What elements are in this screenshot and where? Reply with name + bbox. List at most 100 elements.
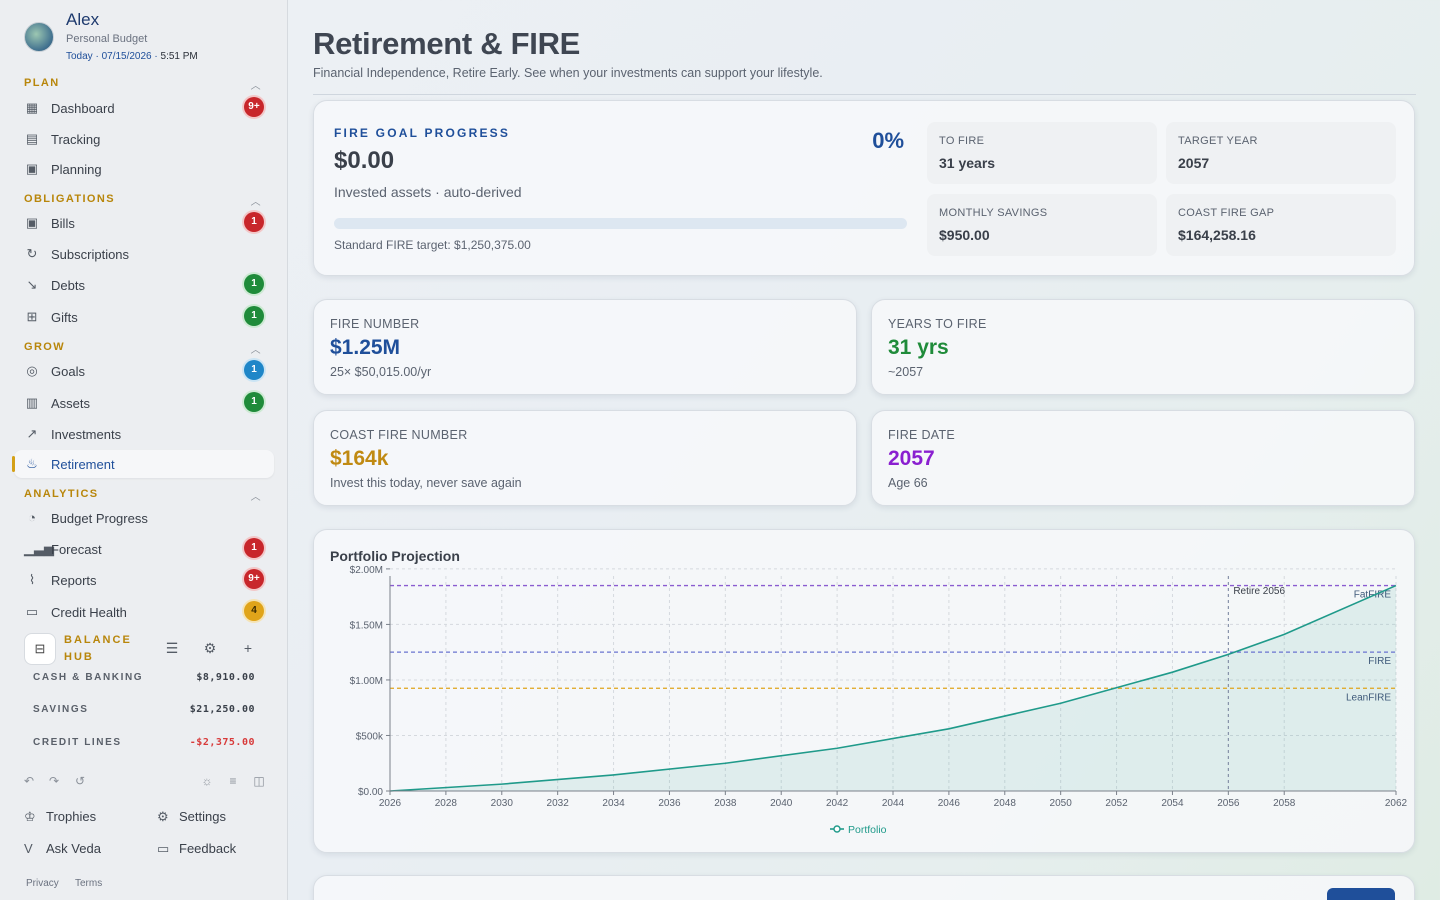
chevron-up-icon[interactable]: ︿ bbox=[251, 341, 262, 356]
chevron-up-icon[interactable]: ︿ bbox=[251, 193, 262, 208]
y-tick-label: $1.00M bbox=[350, 676, 383, 687]
stat-label: FIRE DATE bbox=[888, 428, 956, 442]
terms-link[interactable]: Terms bbox=[75, 878, 102, 889]
sidebar-item-reports[interactable]: ⌇ Reports 9+ bbox=[14, 566, 274, 594]
legend-label[interactable]: Portfolio bbox=[848, 824, 887, 836]
x-tick-label: 2042 bbox=[826, 798, 849, 809]
section-plan[interactable]: PLAN ︿ bbox=[24, 77, 264, 92]
sidebar-item-planning[interactable]: ▣ Planning bbox=[14, 155, 274, 183]
x-tick-label: 2058 bbox=[1273, 798, 1296, 809]
section-obligations[interactable]: OBLIGATIONS ︿ bbox=[24, 193, 264, 208]
gear-icon[interactable]: ⚙ bbox=[201, 639, 219, 657]
sun-icon[interactable]: ☼ bbox=[199, 773, 215, 789]
balance-hub-header: ⊟ BALANCE HUB ☰ ⚙ + bbox=[24, 632, 274, 666]
edit-button[interactable] bbox=[1327, 888, 1395, 900]
notification-badge: 9+ bbox=[244, 97, 264, 117]
sidebar-item-credit-health[interactable]: ▭ Credit Health 4 bbox=[14, 598, 274, 626]
stat-label: FIRE NUMBER bbox=[330, 317, 420, 331]
sidebar-item-tracking[interactable]: ▤ Tracking bbox=[14, 125, 274, 153]
privacy-link[interactable]: Privacy bbox=[26, 878, 59, 889]
sidebar-item-label: Tracking bbox=[51, 132, 101, 147]
panel-icon[interactable]: ◫ bbox=[251, 773, 267, 789]
reference-line-label: LeanFIRE bbox=[1346, 692, 1391, 703]
trending-down-icon: ↘ bbox=[26, 277, 38, 292]
sidebar-item-forecast[interactable]: ▁▃▅ Forecast 1 bbox=[14, 535, 274, 563]
y-tick-label: $0.00 bbox=[358, 787, 383, 798]
portfolio-projection-chart[interactable]: FatFIREFIRELeanFIRERetire 2056$0.00$500k… bbox=[314, 530, 1416, 854]
x-tick-label: 2044 bbox=[882, 798, 905, 809]
mini-stat-monthly-savings: MONTHLY SAVINGS $950.00 bbox=[927, 194, 1157, 256]
trophies-link[interactable]: ♔ Trophies bbox=[24, 809, 96, 827]
chevron-up-icon[interactable]: ︿ bbox=[251, 488, 262, 503]
stat-value: $164k bbox=[330, 447, 389, 470]
today-date: Today · 07/15/2026 · 5:51 PM bbox=[66, 51, 198, 62]
sidebar-item-budget-progress[interactable]: ◔ Budget Progress bbox=[14, 504, 274, 532]
balance-row-credit[interactable]: CREDIT LINES -$2,375.00 bbox=[33, 737, 255, 751]
section-analytics[interactable]: ANALYTICS ︿ bbox=[24, 488, 264, 503]
sidebar-item-dashboard[interactable]: ▦ Dashboard 9+ bbox=[14, 94, 274, 122]
plus-icon[interactable]: + bbox=[239, 639, 257, 657]
stat-card-coast-fire: COAST FIRE NUMBER $164k Invest this toda… bbox=[313, 410, 857, 506]
sliders-icon[interactable]: ≡ bbox=[225, 773, 241, 789]
x-tick-label: 2054 bbox=[1161, 798, 1184, 809]
sidebar-item-goals[interactable]: ◎ Goals 1 bbox=[14, 357, 274, 385]
sidebar-item-label: Credit Health bbox=[51, 605, 127, 620]
y-tick-label: $500k bbox=[356, 731, 384, 742]
sidebar-item-subscriptions[interactable]: ↻ Subscriptions bbox=[14, 240, 274, 268]
feedback-label: Feedback bbox=[179, 841, 237, 856]
sidebar: Alex Personal Budget Today · 07/15/2026 … bbox=[0, 0, 288, 900]
settings-link[interactable]: ⚙ Settings bbox=[157, 809, 226, 827]
goal-subtitle: Invested assets · auto-derived bbox=[334, 184, 522, 200]
sidebar-item-label: Subscriptions bbox=[51, 247, 130, 262]
trophies-label: Trophies bbox=[46, 809, 97, 824]
user-profile[interactable]: Alex Personal Budget Today · 07/15/2026 … bbox=[24, 10, 274, 66]
balance-row-savings[interactable]: SAVINGS $21,250.00 bbox=[33, 704, 255, 718]
x-tick-label: 2028 bbox=[435, 798, 458, 809]
avatar[interactable] bbox=[24, 22, 54, 52]
page-subtitle: Financial Independence, Retire Early. Se… bbox=[313, 66, 823, 80]
sidebar-item-retirement[interactable]: ♨ Retirement bbox=[12, 450, 274, 478]
settings-label: Settings bbox=[179, 809, 226, 824]
redo-icon[interactable]: ↷ bbox=[46, 773, 62, 789]
feedback-link[interactable]: ▭ Feedback bbox=[157, 841, 236, 859]
ask-veda-link[interactable]: V Ask Veda bbox=[24, 841, 101, 859]
sidebar-item-assets[interactable]: ▥ Assets 1 bbox=[14, 389, 274, 417]
wallet-icon[interactable]: ⊟ bbox=[24, 633, 56, 665]
notification-badge: 4 bbox=[244, 601, 264, 621]
mini-stat-to-fire: TO FIRE 31 years bbox=[927, 122, 1157, 184]
divider bbox=[313, 94, 1416, 95]
flame-icon: ♨ bbox=[26, 456, 38, 471]
undo-icon[interactable]: ↶ bbox=[21, 773, 37, 789]
balance-value: $8,910.00 bbox=[196, 672, 255, 683]
mini-stat-label: TARGET YEAR bbox=[1178, 135, 1258, 147]
balance-row-cash[interactable]: CASH & BANKING $8,910.00 bbox=[33, 672, 255, 686]
sidebar-item-bills[interactable]: ▣ Bills 1 bbox=[14, 209, 274, 237]
x-tick-label: 2048 bbox=[994, 798, 1017, 809]
history-icon[interactable]: ↺ bbox=[72, 773, 88, 789]
credit-card-icon: ▭ bbox=[25, 604, 39, 619]
stat-card-fire-number: FIRE NUMBER $1.25M 25× $50,015.00/yr bbox=[313, 299, 857, 395]
bar-chart-icon: ▁▃▅ bbox=[24, 541, 54, 556]
section-label: ANALYTICS bbox=[24, 488, 99, 500]
trophy-icon: ♔ bbox=[24, 809, 36, 824]
refresh-icon: ↻ bbox=[26, 246, 38, 261]
sidebar-item-debts[interactable]: ↘ Debts 1 bbox=[14, 271, 274, 299]
notification-badge: 1 bbox=[244, 212, 264, 232]
sidebar-item-gifts[interactable]: ⊞ Gifts 1 bbox=[14, 303, 274, 331]
message-icon: ▭ bbox=[157, 841, 170, 856]
pie-chart-icon: ◔ bbox=[28, 510, 36, 525]
section-grow[interactable]: GROW ︿ bbox=[24, 341, 264, 356]
mini-stat-label: TO FIRE bbox=[939, 135, 985, 147]
sidebar-item-investments[interactable]: ↗ Investments bbox=[14, 420, 274, 448]
legend-marker[interactable] bbox=[833, 825, 841, 833]
list-tree-icon[interactable]: ☰ bbox=[163, 639, 181, 657]
fire-goal-card: FIRE GOAL PROGRESS $0.00 Invested assets… bbox=[313, 100, 1415, 276]
balance-label: SAVINGS bbox=[33, 704, 89, 715]
target-icon: ◎ bbox=[26, 363, 38, 378]
chevron-up-icon[interactable]: ︿ bbox=[251, 77, 262, 92]
stat-card-years-to-fire: YEARS TO FIRE 31 yrs ~2057 bbox=[871, 299, 1415, 395]
user-name: Alex bbox=[66, 10, 100, 29]
sidebar-item-label: Reports bbox=[51, 573, 97, 588]
stat-value: 31 yrs bbox=[888, 336, 949, 359]
x-tick-label: 2026 bbox=[379, 798, 402, 809]
